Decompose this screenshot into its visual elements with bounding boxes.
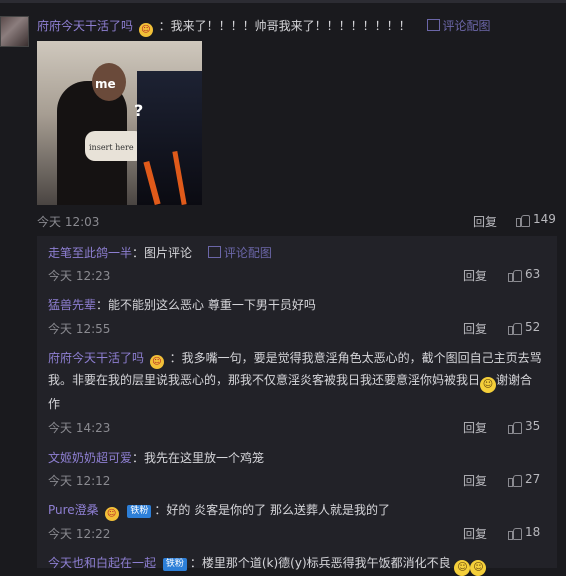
reply-button[interactable]: 回复 bbox=[463, 320, 487, 337]
username-link[interactable]: 文姬奶奶超可爱 bbox=[48, 451, 132, 465]
image-icon bbox=[207, 246, 221, 258]
reply-button[interactable]: 回复 bbox=[463, 525, 487, 542]
reply-item: 府府今天干活了吗 ☺ ：我多嘴一句，要是觉得我意淫角色太恶心的，截个图回自己主页… bbox=[48, 351, 542, 411]
main-comment-header: 府府今天干活了吗 ☺ ：我来了！！！！帅哥我来了！！！！！！！！ 评论配图 bbox=[37, 17, 491, 37]
reply-text: ：我多嘴一句，要是觉得我意淫角色太恶心的，截个图回自己主页去骂 bbox=[169, 351, 542, 365]
emoji-badge-icon: ☺ bbox=[104, 507, 119, 521]
reply-text-line: 我。非要在我的层里说我恶心的，那我不仅意淫炎客被我日我还要意淫你妈被我日 bbox=[48, 373, 481, 387]
reply-item: 走笔至此鸽一半：图片评论 评论配图 bbox=[48, 242, 272, 264]
comment-text: ：我来了！！！！帅哥我来了！！！！！！！！ bbox=[158, 19, 411, 33]
pic-comment-link[interactable]: 评论配图 bbox=[207, 246, 272, 260]
reply-item: 今天也和白起在一起 铁粉 ：楼里那个道(k)德(y)标兵恶得我午饭都消化不良 ☺ ☺ bbox=[48, 552, 487, 576]
reply-text: ：图片评论 bbox=[132, 246, 193, 260]
reply-time: 今天 12:23 bbox=[48, 269, 111, 283]
like-count: 149 bbox=[533, 212, 556, 226]
thumb-up-icon bbox=[508, 473, 522, 487]
reply-button[interactable]: 回复 bbox=[473, 213, 497, 230]
reply-time: 今天 12:55 bbox=[48, 322, 111, 336]
comment-image[interactable]: me insert here ? bbox=[37, 41, 202, 205]
reply-text: ：好的 炎客是你的了 那么送葬人就是我的了 bbox=[154, 503, 390, 517]
fan-badge: 铁粉 bbox=[162, 558, 187, 571]
thumb-up-icon bbox=[508, 321, 522, 335]
username-link[interactable]: 猛兽先辈 bbox=[48, 298, 96, 312]
fan-badge: 铁粉 bbox=[127, 505, 152, 518]
thumb-up-icon bbox=[516, 213, 530, 227]
thumb-up-icon bbox=[508, 526, 522, 540]
grin-emoji-icon: ☺ bbox=[470, 560, 487, 576]
reply-button[interactable]: 回复 bbox=[463, 267, 487, 284]
emoji-badge-icon: ☺ bbox=[138, 23, 153, 37]
image-label-insert: insert here bbox=[89, 143, 134, 152]
avatar[interactable] bbox=[0, 16, 29, 47]
reply-item: Pure澄桑 ☺ 铁粉 ：好的 炎客是你的了 那么送葬人就是我的了 bbox=[48, 499, 390, 521]
reply-time: 今天 12:12 bbox=[48, 474, 111, 488]
like-button[interactable]: 63 bbox=[508, 267, 540, 282]
like-button[interactable]: 149 bbox=[516, 212, 556, 227]
image-icon bbox=[426, 19, 440, 31]
grin-emoji-icon: ☺ bbox=[454, 560, 471, 576]
top-divider bbox=[0, 0, 566, 3]
image-label-question: ? bbox=[134, 101, 144, 120]
like-button[interactable]: 52 bbox=[508, 320, 540, 335]
pic-comment-link[interactable]: 评论配图 bbox=[426, 19, 491, 33]
reply-text: ：我先在这里放一个鸡笼 bbox=[132, 451, 265, 465]
username-link[interactable]: Pure澄桑 bbox=[48, 503, 99, 517]
like-button[interactable]: 18 bbox=[508, 525, 540, 540]
username-link[interactable]: 走笔至此鸽一半 bbox=[48, 246, 132, 260]
reply-time: 今天 14:23 bbox=[48, 421, 111, 435]
image-label-me: me bbox=[95, 77, 116, 91]
like-button[interactable]: 27 bbox=[508, 472, 540, 487]
reply-button[interactable]: 回复 bbox=[463, 472, 487, 489]
grin-emoji-icon: ☺ bbox=[480, 377, 497, 393]
reply-text: ：能不能别这么恶心 尊重一下男干员好吗 bbox=[96, 298, 316, 312]
username-link[interactable]: 府府今天干活了吗 bbox=[37, 19, 133, 33]
reply-item: 文姬奶奶超可爱：我先在这里放一个鸡笼 bbox=[48, 447, 264, 469]
username-link[interactable]: 府府今天干活了吗 bbox=[48, 351, 144, 365]
comment-time: 今天 12:03 bbox=[37, 215, 100, 229]
reply-item: 猛兽先辈：能不能别这么恶心 尊重一下男干员好吗 bbox=[48, 294, 316, 316]
thumb-up-icon bbox=[508, 420, 522, 434]
reply-text-line: 作 bbox=[48, 397, 61, 411]
thumb-up-icon bbox=[508, 268, 522, 282]
like-button[interactable]: 35 bbox=[508, 419, 540, 434]
reply-button[interactable]: 回复 bbox=[463, 419, 487, 436]
reply-time: 今天 12:22 bbox=[48, 527, 111, 541]
emoji-badge-icon: ☺ bbox=[149, 355, 164, 369]
